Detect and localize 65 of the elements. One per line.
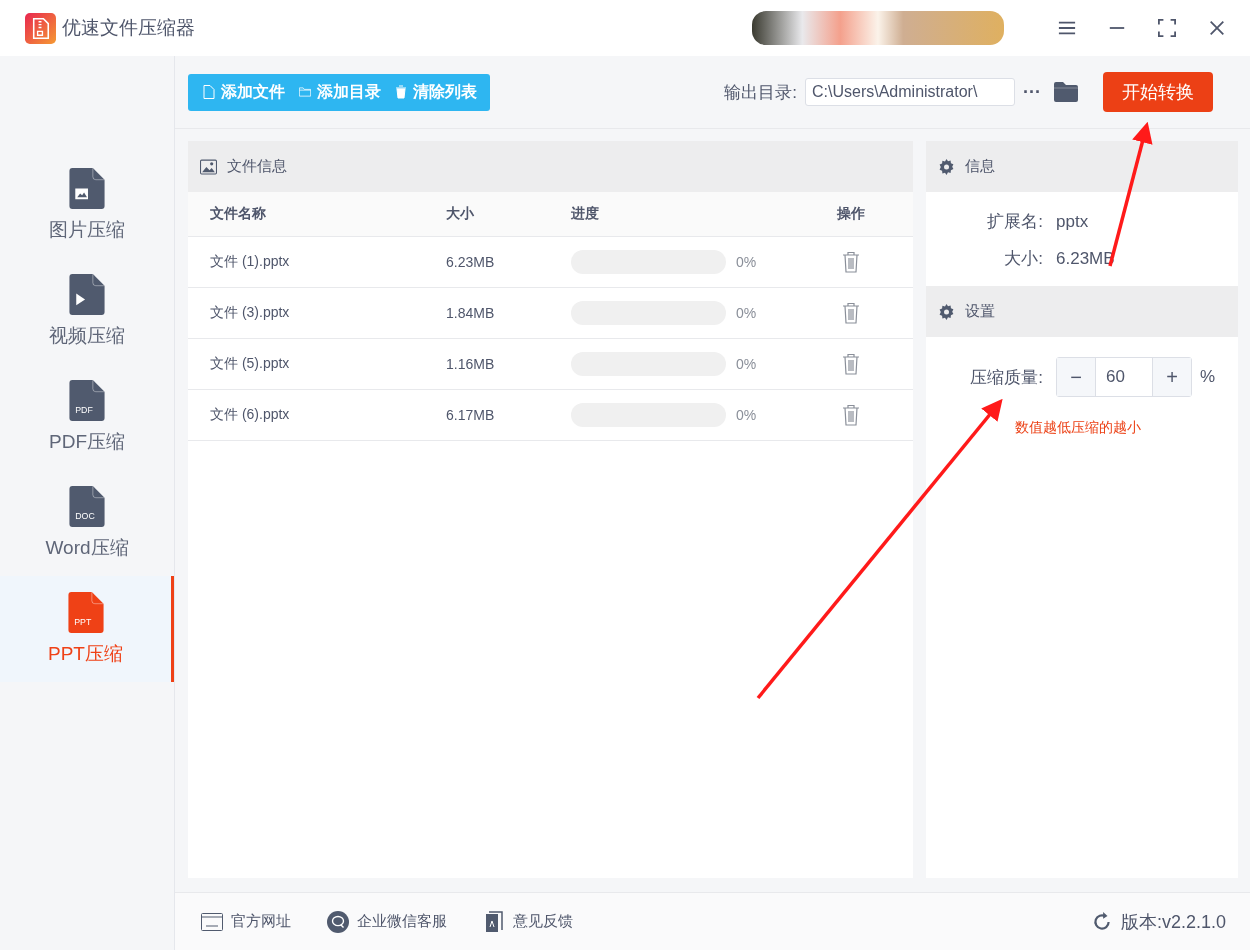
field-label: 扩展名: <box>986 211 1043 233</box>
sidebar-item[interactable]: PDF PDF压缩 <box>0 364 174 470</box>
field-label: 大小: <box>1003 248 1043 270</box>
column-header: 操作 <box>836 205 866 223</box>
column-header: 大小 <box>446 205 475 223</box>
decrease-button[interactable]: − <box>1057 358 1095 396</box>
file-size: 1.84MB <box>446 305 496 321</box>
progress-reading: 0% <box>736 254 757 270</box>
maximize-icon[interactable] <box>1158 19 1176 37</box>
web-icon <box>201 910 223 933</box>
app-logo-icon <box>25 12 56 44</box>
feedback-link[interactable]: 意见反馈 <box>483 910 573 933</box>
image-file-icon <box>69 167 105 209</box>
more-options-button[interactable]: ··· <box>1023 81 1041 103</box>
progress-reading: 0% <box>736 356 757 372</box>
panel-title: 文件信息 <box>227 157 287 176</box>
file-size: 6.17MB <box>446 407 496 423</box>
increase-button[interactable]: + <box>1153 358 1191 396</box>
output-directory-label: 输出目录: <box>724 81 797 104</box>
gear-icon <box>938 158 955 175</box>
file-size: 1.16MB <box>446 356 496 372</box>
document-file-icon: PPT <box>67 591 104 633</box>
file-size: 6.23MB <box>446 254 496 270</box>
delete-icon[interactable] <box>842 251 860 273</box>
menu-icon[interactable] <box>1058 19 1076 37</box>
file-name: 文件 (3).pptx <box>210 304 291 322</box>
chat-icon <box>327 910 349 933</box>
quality-label: 压缩质量: <box>969 366 1043 389</box>
trash-icon <box>395 85 407 99</box>
folder-icon <box>299 85 311 99</box>
customer-service-link[interactable]: 企业微信客服 <box>327 910 447 933</box>
sidebar-item[interactable]: 图片压缩 <box>0 152 174 258</box>
document-icon <box>483 910 505 933</box>
file-name: 文件 (1).pptx <box>210 253 291 271</box>
delete-icon[interactable] <box>842 353 860 375</box>
website-link[interactable]: 官方网址 <box>201 910 291 933</box>
progress-reading: 0% <box>736 407 757 423</box>
column-header: 进度 <box>571 205 600 223</box>
file-name: 文件 (5).pptx <box>210 355 291 373</box>
image-icon <box>200 158 217 175</box>
sidebar-item[interactable]: PPT PPT压缩 <box>0 576 174 682</box>
column-header: 文件名称 <box>210 205 267 223</box>
version-text: 版本:v2.2.1.0 <box>1120 910 1226 934</box>
folder-icon[interactable] <box>1053 81 1079 103</box>
delete-icon[interactable] <box>842 302 860 324</box>
gear-icon <box>938 303 955 320</box>
hint-text: 数值越低压缩的越小 <box>1015 419 1142 437</box>
document-file-icon: DOC <box>69 485 105 527</box>
field-value: pptx <box>1056 211 1089 232</box>
percent-unit: % <box>1200 367 1216 387</box>
file-icon <box>203 85 215 99</box>
video-file-icon <box>69 273 105 315</box>
sidebar-item[interactable]: DOC Word压缩 <box>0 470 174 576</box>
sidebar-item[interactable]: 视频压缩 <box>0 258 174 364</box>
delete-icon[interactable] <box>842 404 860 426</box>
panel-title: 设置 <box>965 302 995 321</box>
close-icon[interactable] <box>1208 19 1226 37</box>
quality-stepper[interactable]: − 60 + <box>1056 357 1192 397</box>
progress-reading: 0% <box>736 305 757 321</box>
window-title: 优速文件压缩器 <box>62 16 196 40</box>
document-file-icon: PDF <box>69 379 105 421</box>
panel-title: 信息 <box>965 157 995 176</box>
file-name: 文件 (6).pptx <box>210 406 291 424</box>
start-button[interactable]: 开始转换 <box>1103 72 1213 112</box>
output-directory-field[interactable]: C:\Users\Administrator\ <box>805 78 1015 106</box>
